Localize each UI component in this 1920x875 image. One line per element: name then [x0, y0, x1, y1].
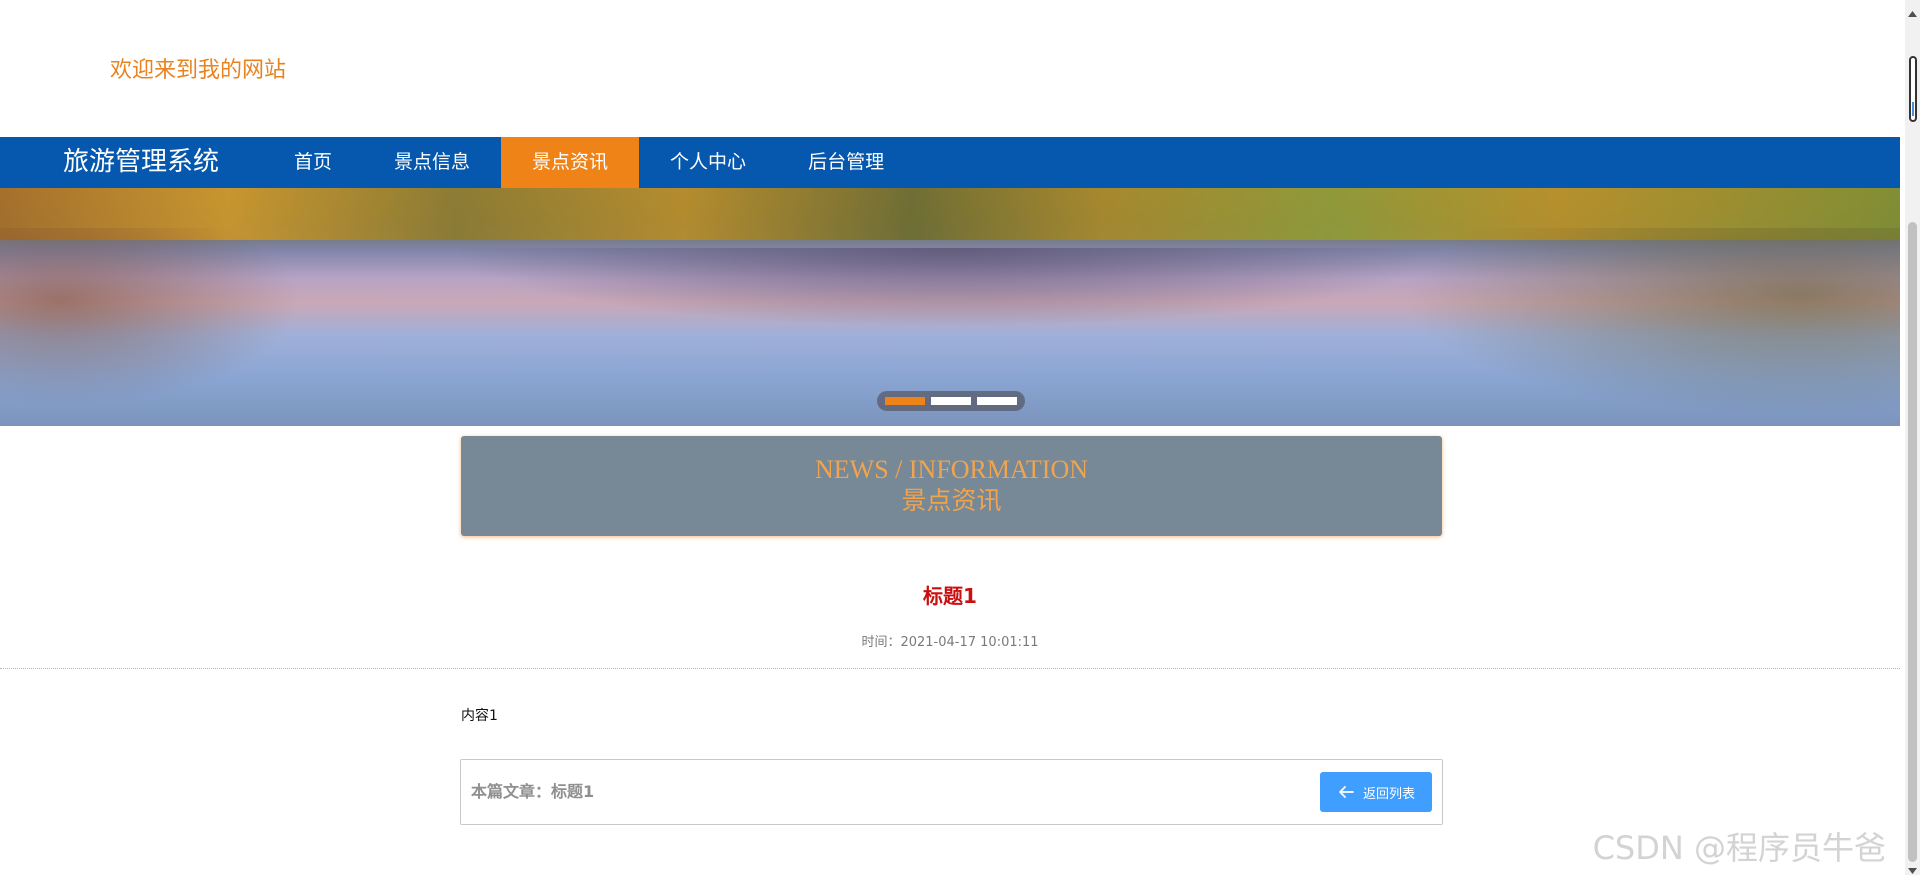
banner-shade-left	[0, 228, 300, 408]
section-header-chinese: 景点资讯	[901, 488, 1002, 515]
nav-menu: 首页 景点信息 景点资讯 个人中心 后台管理	[263, 137, 915, 188]
article-time: 时间：2021-04-17 10:01:11	[0, 631, 1900, 650]
scroll-mouse-icon	[1909, 56, 1917, 122]
divider	[0, 668, 1900, 669]
watermark: CSDN @程序员牛爸	[1592, 829, 1886, 867]
article-title: 标题1	[923, 584, 977, 608]
carousel-dot-3[interactable]	[977, 397, 1017, 405]
time-value: 2021-04-17 10:01:11	[900, 635, 1039, 650]
current-article-title: 标题1	[551, 782, 595, 801]
banner-shade-right	[1400, 228, 1900, 418]
scroll-thumb[interactable]	[1908, 222, 1917, 862]
site-brand[interactable]: 旅游管理系统	[63, 137, 219, 188]
nav-item-attractions[interactable]: 景点信息	[363, 137, 501, 188]
nav-item-home[interactable]: 首页	[263, 137, 363, 188]
carousel-indicators	[877, 391, 1025, 411]
nav-item-admin[interactable]: 后台管理	[777, 137, 915, 188]
page-scrollbar[interactable]	[1905, 0, 1920, 875]
back-button-label: 返回列表	[1362, 786, 1415, 802]
article-footer-bar: 本篇文章：标题1 返回列表	[460, 759, 1443, 825]
scroll-down-icon[interactable]	[1907, 861, 1918, 874]
scroll-up-icon[interactable]	[1907, 4, 1918, 17]
nav-item-profile[interactable]: 个人中心	[639, 137, 777, 188]
back-to-list-button[interactable]: 返回列表	[1320, 772, 1432, 812]
carousel-dot-1[interactable]	[885, 397, 925, 405]
current-article-label: 本篇文章：	[471, 782, 552, 801]
banner-reflection	[450, 248, 1450, 328]
current-article-info: 本篇文章：标题1	[471, 760, 594, 824]
page: 欢迎来到我的网站 旅游管理系统 首页 景点信息 景点资讯 个人中心 后台管理 N…	[0, 0, 1900, 875]
section-header-english: NEWS / INFORMATION	[815, 455, 1088, 484]
section-header: NEWS / INFORMATION 景点资讯	[461, 436, 1442, 536]
carousel-dot-2[interactable]	[931, 397, 971, 405]
article-content: 内容1	[461, 708, 498, 724]
welcome-text: 欢迎来到我的网站	[110, 58, 287, 83]
time-label: 时间：	[861, 635, 901, 650]
nav-item-news[interactable]: 景点资讯	[501, 137, 640, 188]
navbar: 旅游管理系统 首页 景点信息 景点资讯 个人中心 后台管理	[0, 137, 1900, 188]
arrow-left-icon	[1337, 783, 1355, 801]
